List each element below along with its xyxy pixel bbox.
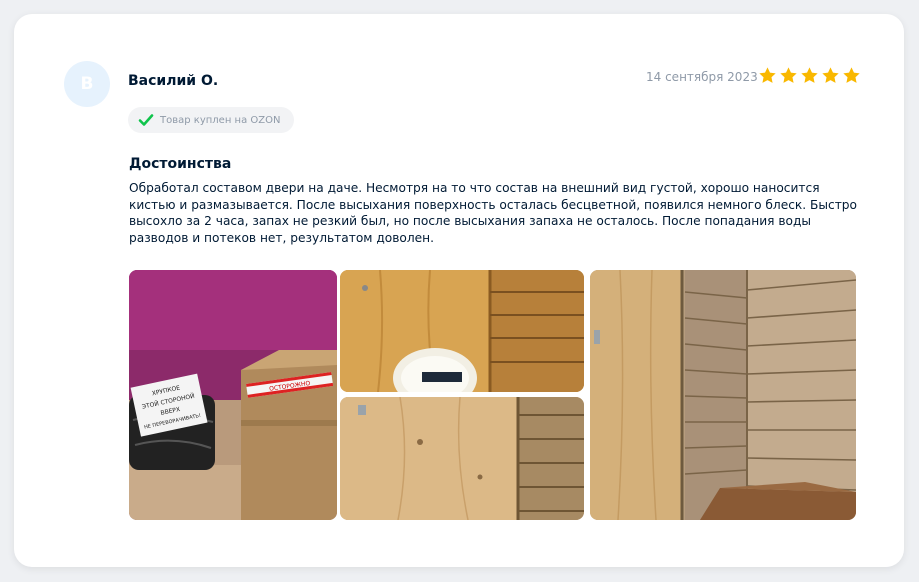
rating-stars [758, 66, 861, 85]
author-name[interactable]: Василий О. [128, 73, 218, 89]
purchase-badge: Товар куплен на OZON [128, 107, 295, 133]
avatar-letter: В [80, 74, 94, 94]
pros-heading: Достоинства [129, 156, 232, 172]
review-text: Обработал составом двери на даче. Несмот… [129, 181, 857, 245]
review-photo-1[interactable]: ХРУПКОЕ ЭТОЙ СТОРОНОЙ ВВЕРХ НЕ ПЕРЕВОРАЧ… [129, 270, 337, 520]
review-date: 14 сентября 2023 [646, 70, 758, 84]
star-icon [801, 67, 818, 83]
star-icon [822, 67, 839, 83]
review-photo-3[interactable] [340, 397, 584, 520]
checkmark-icon [138, 114, 154, 126]
review-card: В Василий О. 14 сентября 2023 Товар купл… [14, 14, 904, 567]
review-photo-2[interactable] [340, 270, 584, 392]
avatar[interactable]: В [64, 61, 110, 107]
review-photo-4[interactable] [590, 270, 856, 520]
star-icon [780, 67, 797, 83]
purchase-badge-label: Товар куплен на OZON [160, 114, 281, 126]
star-icon [843, 67, 860, 83]
star-icon [759, 67, 776, 83]
